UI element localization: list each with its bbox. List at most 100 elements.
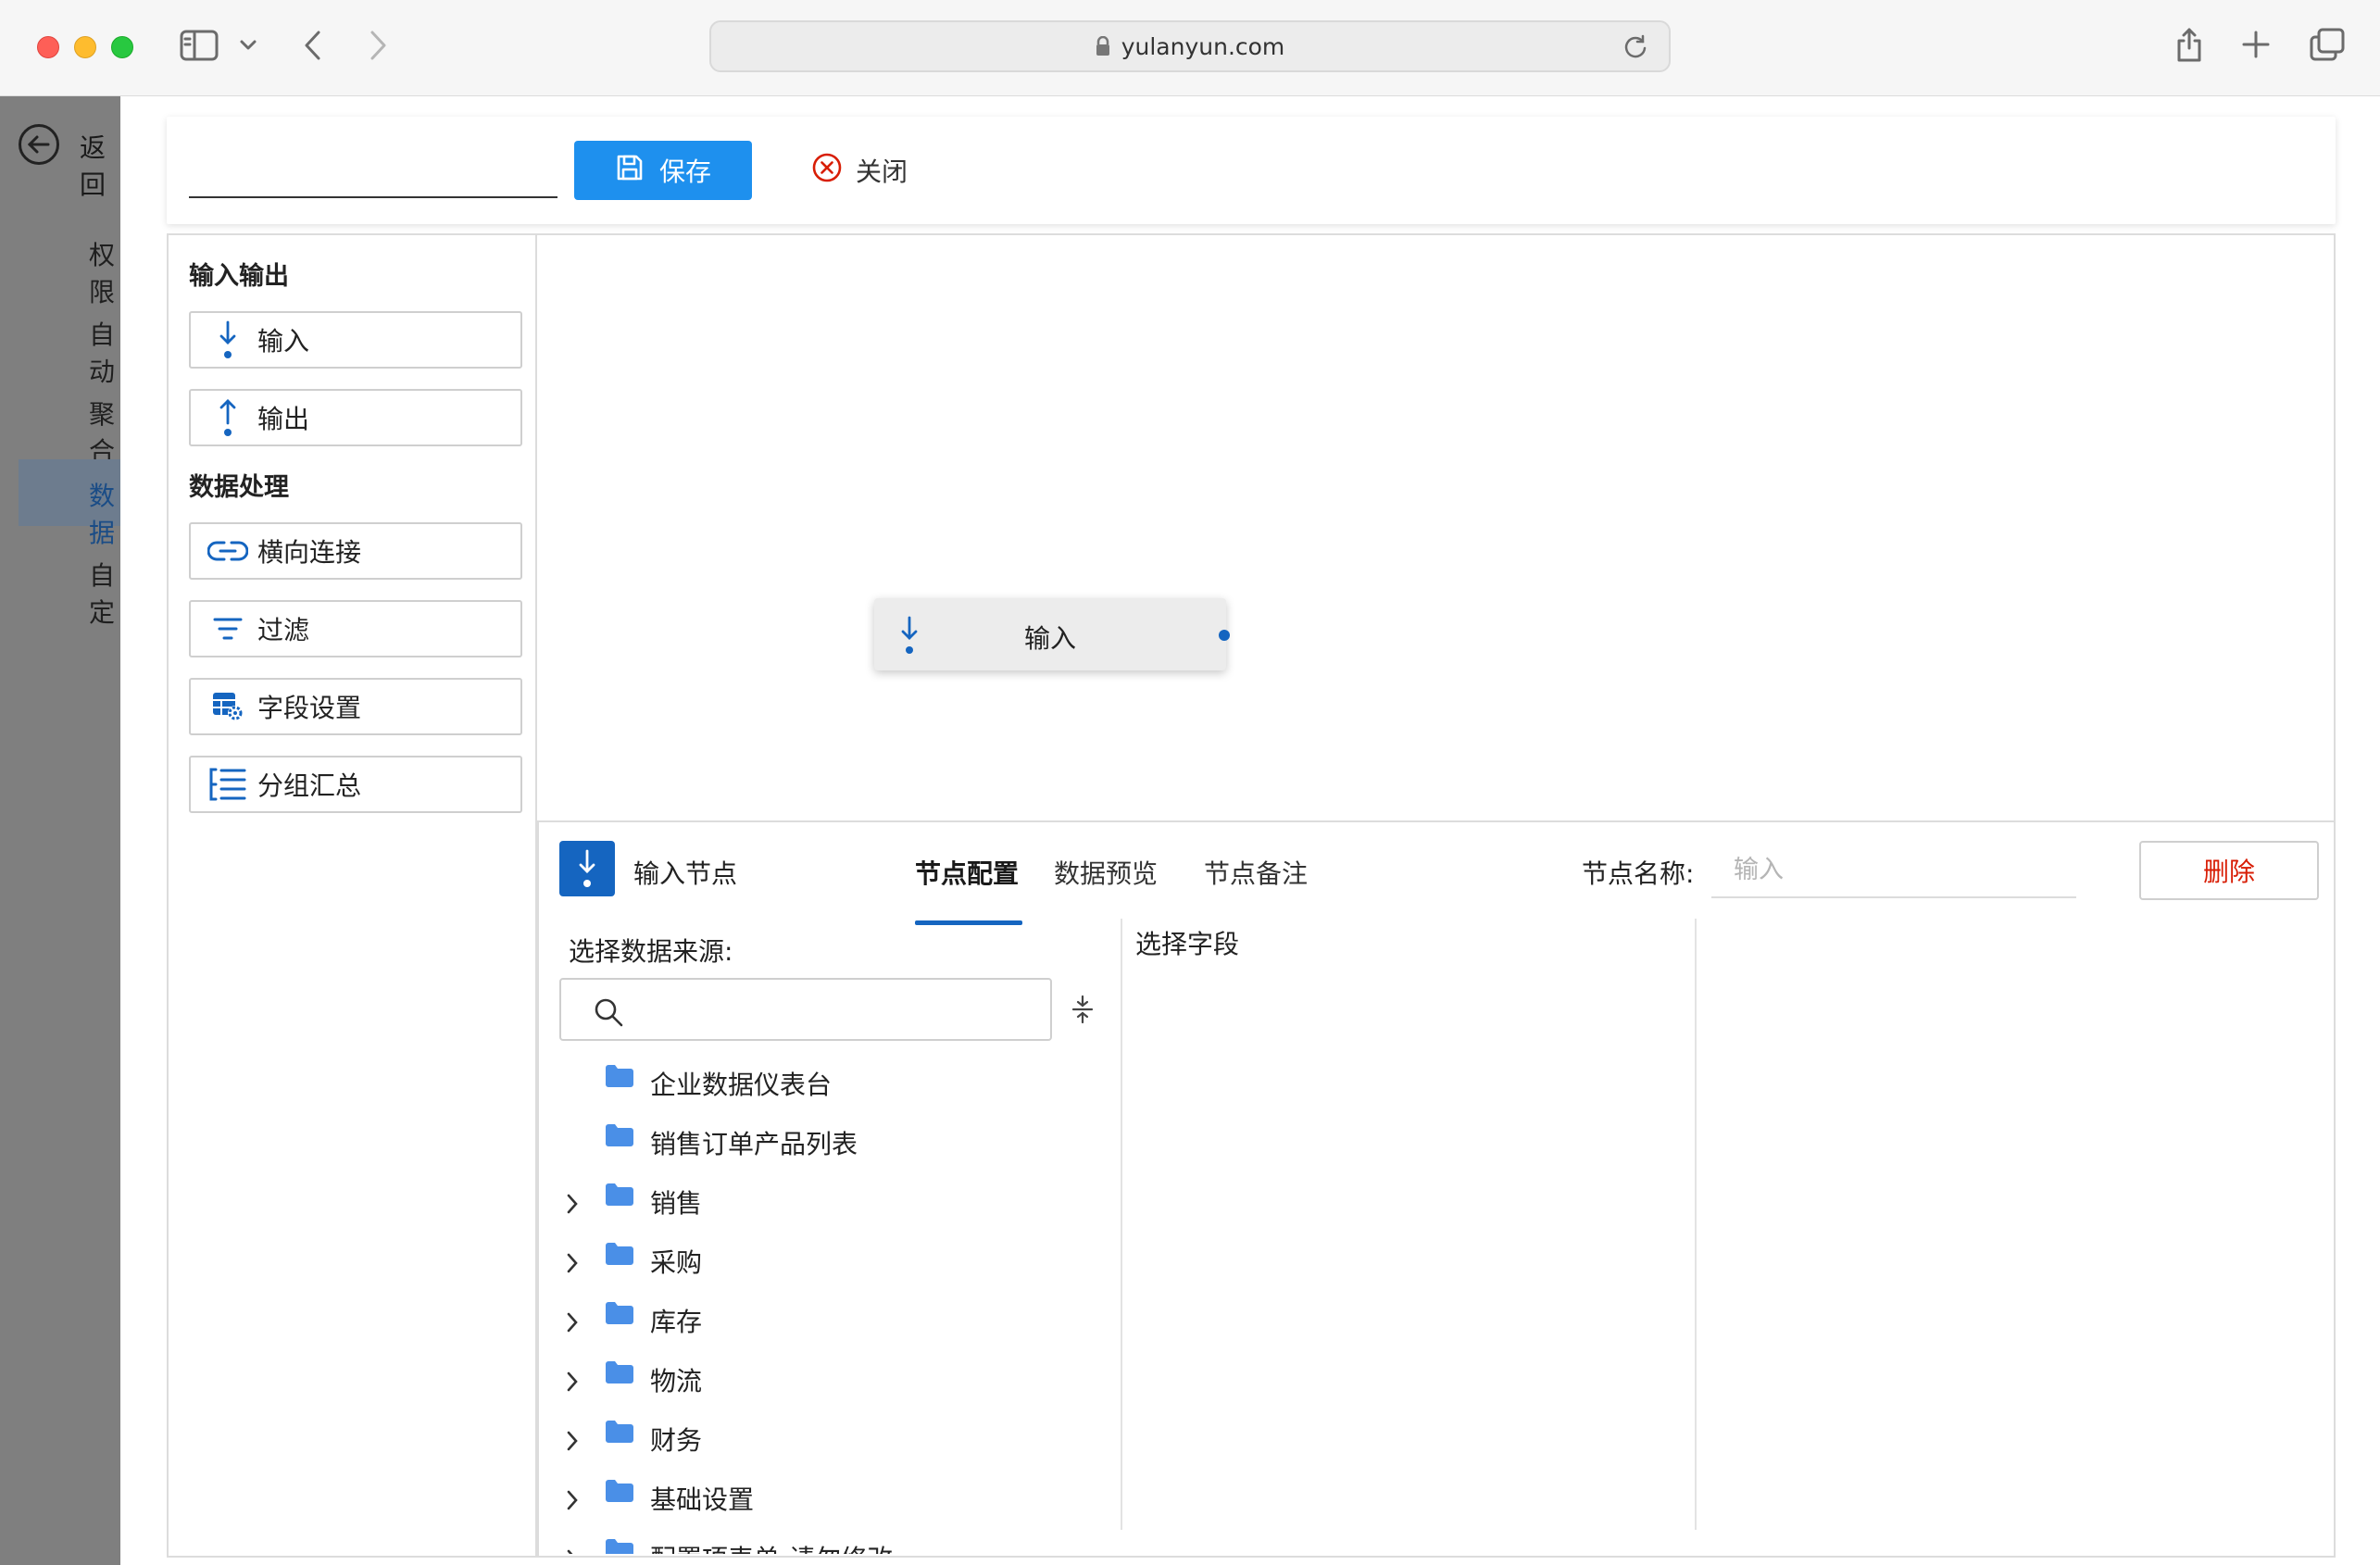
save-button[interactable]: 保存: [574, 141, 752, 200]
data-source-tree: 企业数据仪表台 销售订单产品列表 销售 采购 库存 物流 财务 基础设置: [539, 1054, 1113, 1554]
column-divider: [1695, 919, 1697, 1530]
bg-menu-item: 聚合: [89, 399, 116, 467]
new-tab-icon[interactable]: [2241, 30, 2271, 59]
chevron-right-icon[interactable]: [565, 1489, 580, 1515]
delete-button[interactable]: 删除: [2139, 841, 2319, 900]
select-fields-label: 选择字段: [1135, 929, 1240, 959]
tree-item-label: 财务: [650, 1425, 703, 1456]
close-button[interactable]: 关闭: [811, 141, 908, 200]
arrow-down-dot-icon: [207, 319, 248, 360]
palette-section-processing: 数据处理: [189, 473, 289, 502]
window-close-button[interactable]: [37, 36, 59, 58]
tree-item[interactable]: 库存: [539, 1291, 1113, 1346]
share-icon[interactable]: [2174, 26, 2204, 63]
chevron-right-icon[interactable]: [565, 1193, 580, 1219]
flow-node-input[interactable]: 输入: [874, 598, 1230, 670]
tree-item[interactable]: 企业数据仪表台: [539, 1054, 1113, 1109]
palette-item-group-summary[interactable]: 分组汇总: [189, 756, 522, 813]
node-config-panel: 输入节点 节点配置 数据预览 节点备注 节点名称: 删除 选择数据来源: 选择字…: [537, 820, 2336, 1558]
tree-item-label: 物流: [650, 1366, 703, 1396]
tree-item[interactable]: 财务: [539, 1409, 1113, 1465]
tab-node-notes[interactable]: 节点备注: [1204, 854, 1308, 891]
node-output-port[interactable]: [1219, 630, 1230, 641]
config-title: 输入节点: [633, 858, 738, 889]
tree-item[interactable]: 基础设置: [539, 1469, 1113, 1524]
sidebar-toggle-icon[interactable]: [180, 30, 219, 61]
chevron-down-icon[interactable]: [239, 39, 257, 52]
source-search-input[interactable]: [626, 987, 1033, 1032]
folder-icon: [604, 1122, 635, 1152]
tree-item-label: 库存: [650, 1307, 703, 1337]
tree-item-label: 配置项表单-请勿修改: [650, 1539, 893, 1554]
column-divider: [1121, 919, 1122, 1530]
bg-menu-item: 权限: [89, 240, 116, 307]
close-circle-icon: [811, 152, 843, 190]
folder-icon: [604, 1241, 635, 1271]
tree-item-label: 采购: [650, 1247, 703, 1278]
chevron-right-icon[interactable]: [565, 1430, 580, 1456]
chevron-right-icon[interactable]: [565, 1371, 580, 1396]
tree-item-label: 企业数据仪表台: [650, 1070, 833, 1100]
lock-icon: [1096, 35, 1110, 56]
palette-item-field-settings[interactable]: 字段设置: [189, 678, 522, 735]
flow-canvas[interactable]: 输入: [537, 233, 2336, 822]
tree-item[interactable]: 销售: [539, 1172, 1113, 1228]
flow-name-input[interactable]: [189, 144, 557, 198]
back-label: 返回: [80, 132, 106, 200]
data-source-label: 选择数据来源:: [569, 936, 733, 967]
group-list-icon: [207, 766, 248, 803]
palette-item-label: 输出: [257, 404, 310, 434]
collapse-all-icon[interactable]: [1071, 995, 1095, 1028]
link-icon: [207, 539, 248, 563]
folder-icon: [604, 1478, 635, 1508]
tree-item-label: 销售: [650, 1188, 703, 1219]
bg-menu-item-active: 数据: [89, 481, 116, 548]
window-zoom-button[interactable]: [111, 36, 133, 58]
palette-item-label: 过滤: [257, 615, 310, 645]
tab-node-config[interactable]: 节点配置: [915, 854, 1019, 891]
node-name-label: 节点名称:: [1582, 858, 1695, 889]
palette-item-join[interactable]: 横向连接: [189, 522, 522, 580]
palette-item-label: 输入: [257, 326, 310, 357]
reload-icon[interactable]: [1622, 33, 1648, 63]
back-icon[interactable]: [302, 30, 324, 61]
palette-item-filter[interactable]: 过滤: [189, 600, 522, 657]
address-bar[interactable]: yulanyun.com: [709, 20, 1671, 72]
tab-overview-icon[interactable]: [2310, 28, 2345, 61]
source-search-box[interactable]: [559, 978, 1052, 1041]
folder-icon: [604, 1419, 635, 1448]
save-label: 保存: [658, 156, 711, 187]
tree-item[interactable]: 销售订单产品列表: [539, 1113, 1113, 1169]
palette-item-output[interactable]: 输出: [189, 389, 522, 446]
flow-node-label: 输入: [1023, 623, 1076, 654]
tab-data-preview[interactable]: 数据预览: [1054, 854, 1158, 891]
active-tab-indicator: [915, 920, 1022, 925]
folder-icon: [604, 1300, 635, 1330]
folder-icon: [604, 1359, 635, 1389]
background-app-sidebar: 返回 权限 自动 聚合 数据 自定: [0, 96, 120, 1565]
chevron-right-icon[interactable]: [565, 1548, 580, 1554]
chevron-right-icon[interactable]: [565, 1311, 580, 1337]
node-name-input[interactable]: [1711, 843, 2076, 898]
forward-icon[interactable]: [367, 30, 389, 61]
folder-icon: [604, 1182, 635, 1211]
tree-item[interactable]: 采购: [539, 1232, 1113, 1287]
back-arrow-icon: [19, 124, 59, 165]
chevron-right-icon[interactable]: [565, 1252, 580, 1278]
arrow-down-dot-icon: [559, 841, 615, 896]
tree-item-label: 基础设置: [650, 1484, 755, 1515]
editor-toolbar: 保存 关闭: [167, 117, 2336, 224]
node-palette: 输入输出 输入 输出 数据处理 横向连接 过滤 字段设置 分组汇总: [167, 233, 537, 1558]
bg-menu-item: 自动: [89, 319, 116, 387]
palette-section-io: 输入输出: [189, 262, 289, 291]
browser-toolbar: yulanyun.com: [0, 0, 2380, 96]
tree-item[interactable]: 物流: [539, 1350, 1113, 1406]
palette-item-label: 字段设置: [257, 693, 362, 723]
url-text: yulanyun.com: [1121, 32, 1285, 60]
tree-item[interactable]: 配置项表单-请勿修改: [539, 1528, 1113, 1554]
palette-item-label: 横向连接: [257, 537, 362, 568]
filter-icon: [207, 616, 248, 642]
folder-icon: [604, 1063, 635, 1093]
window-minimize-button[interactable]: [74, 36, 96, 58]
palette-item-input[interactable]: 输入: [189, 311, 522, 369]
